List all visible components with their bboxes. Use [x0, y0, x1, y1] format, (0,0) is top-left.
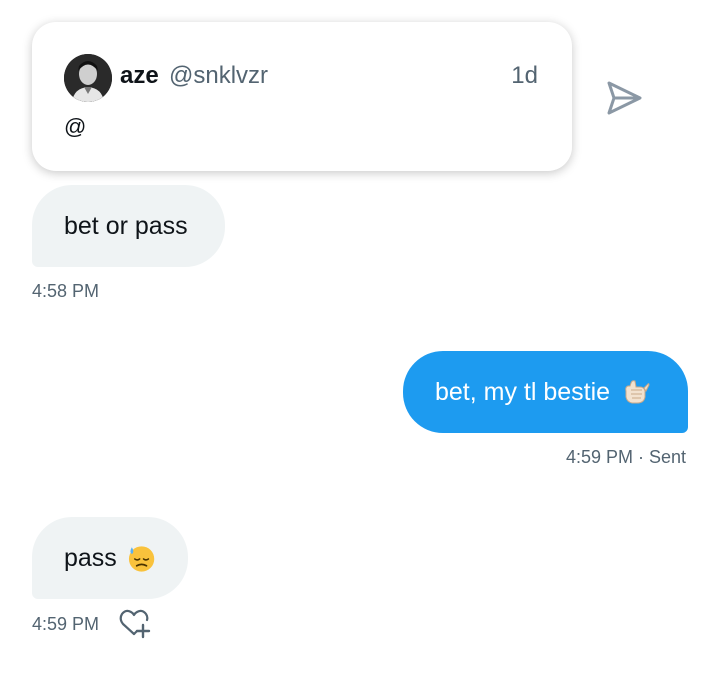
- quoted-tweet-time: 1d: [511, 62, 538, 89]
- downcast-face-with-sweat-emoji-icon: [128, 546, 155, 572]
- profile-photo-icon: [64, 54, 112, 102]
- avatar[interactable]: [64, 54, 112, 102]
- call-me-hand-emoji-icon: [625, 380, 650, 404]
- quoted-tweet-card[interactable]: aze @snklvzr 1d @: [32, 22, 572, 171]
- heart-plus-icon[interactable]: [118, 607, 152, 639]
- quoted-author-name[interactable]: aze: [120, 62, 159, 90]
- message-timestamp: 4:59 PM: [32, 614, 100, 634]
- message-timestamp: 4:59 PM · Sent: [566, 447, 687, 467]
- send-arrow-icon[interactable]: [604, 78, 644, 118]
- message-bubble-received[interactable]: bet or pass: [32, 185, 225, 267]
- message-text: bet, my tl bestie: [435, 377, 611, 406]
- quoted-tweet-text: @: [64, 114, 87, 139]
- message-timestamp: 4:58 PM: [32, 281, 100, 301]
- message-text: pass: [64, 543, 117, 572]
- message-bubble-received[interactable]: pass: [32, 517, 188, 599]
- message-text: bet or pass: [64, 211, 188, 240]
- message-bubble-sent[interactable]: bet, my tl bestie: [403, 351, 688, 433]
- quoted-author-handle[interactable]: @snklvzr: [169, 62, 268, 90]
